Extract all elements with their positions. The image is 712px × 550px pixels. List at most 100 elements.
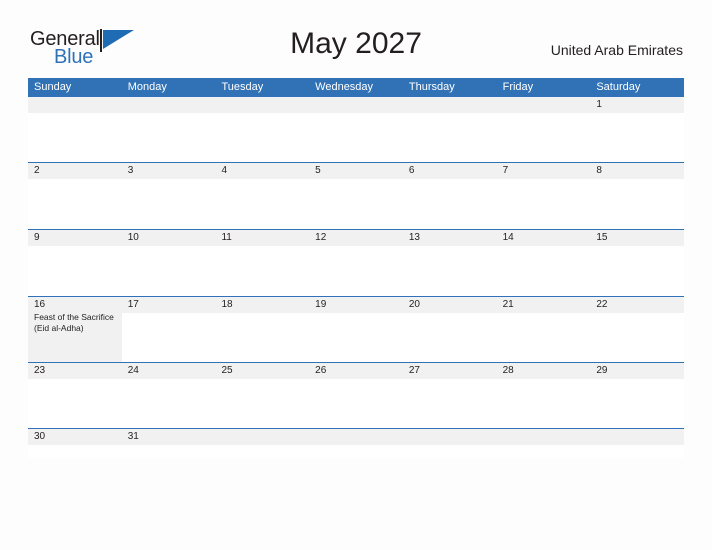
day-number-band bbox=[215, 163, 310, 179]
calendar-day-cell[interactable]: 19 bbox=[309, 297, 403, 362]
calendar-day-cell[interactable]: 1 bbox=[590, 97, 685, 162]
calendar-day-cell[interactable]: 5 bbox=[309, 163, 403, 229]
day-number: 26 bbox=[315, 365, 327, 376]
day-number: 23 bbox=[34, 365, 46, 376]
calendar-week-row: 9 10 11 12 13 14 15 bbox=[28, 229, 685, 296]
calendar-day-cell[interactable]: 24 bbox=[121, 363, 216, 428]
day-number: 18 bbox=[221, 299, 233, 310]
day-number: 21 bbox=[502, 299, 514, 310]
day-number: 20 bbox=[408, 299, 420, 310]
calendar-page: General Blue May 2027 United Arab Emirat… bbox=[0, 0, 712, 550]
day-number: 8 bbox=[596, 165, 602, 176]
calendar-grid: Sunday Monday Tuesday Wednesday Thursday… bbox=[28, 78, 685, 458]
day-number-band bbox=[309, 97, 403, 113]
calendar-day-cell[interactable] bbox=[402, 97, 497, 162]
day-number: 16 bbox=[34, 299, 46, 310]
day-number-band bbox=[496, 429, 591, 445]
day-number: 12 bbox=[315, 232, 327, 243]
day-number: 1 bbox=[596, 99, 602, 110]
day-number: 2 bbox=[34, 165, 40, 176]
calendar-day-cell-holiday[interactable]: 16 Feast of the Sacrifice (Eid al-Adha) bbox=[28, 297, 122, 362]
calendar-day-cell[interactable]: 28 bbox=[496, 363, 591, 428]
calendar-day-cell[interactable]: 2 bbox=[28, 163, 122, 229]
calendar-day-cell[interactable]: 21 bbox=[496, 297, 591, 362]
day-header-friday: Friday bbox=[502, 81, 534, 93]
calendar-day-cell[interactable] bbox=[496, 97, 591, 162]
calendar-day-cell[interactable]: 17 bbox=[121, 297, 216, 362]
calendar-day-cell[interactable]: 20 bbox=[402, 297, 497, 362]
calendar-day-cell[interactable]: 23 bbox=[28, 363, 122, 428]
calendar-day-cell[interactable]: 26 bbox=[309, 363, 403, 428]
day-header-saturday: Saturday bbox=[596, 81, 641, 93]
calendar-day-cell[interactable]: 30 bbox=[28, 429, 122, 458]
day-number-band bbox=[28, 97, 122, 113]
calendar-day-cell[interactable] bbox=[590, 429, 685, 458]
calendar-week-row: 1 bbox=[28, 96, 685, 162]
calendar-day-cell[interactable]: 11 bbox=[215, 230, 310, 296]
calendar-day-cell[interactable] bbox=[309, 429, 403, 458]
calendar-week-row: 30 31 bbox=[28, 428, 685, 458]
calendar-week-row: 2 3 4 5 6 7 8 bbox=[28, 162, 685, 229]
calendar-day-cell[interactable] bbox=[309, 97, 403, 162]
calendar-day-cell[interactable]: 22 bbox=[590, 297, 685, 362]
day-number-band bbox=[309, 429, 403, 445]
day-number: 15 bbox=[596, 232, 608, 243]
day-header-wednesday: Wednesday bbox=[315, 81, 374, 93]
calendar-day-cell[interactable]: 9 bbox=[28, 230, 122, 296]
day-number-band bbox=[590, 429, 685, 445]
calendar-day-cell[interactable]: 15 bbox=[590, 230, 685, 296]
day-number-band bbox=[590, 97, 685, 113]
day-number-band bbox=[309, 163, 403, 179]
day-number: 13 bbox=[408, 232, 420, 243]
day-header-tuesday: Tuesday bbox=[221, 81, 264, 93]
page-header: General Blue May 2027 United Arab Emirat… bbox=[0, 0, 712, 76]
day-number: 6 bbox=[408, 165, 415, 176]
day-number: 9 bbox=[34, 232, 40, 243]
day-number-band bbox=[121, 163, 216, 179]
day-number-band bbox=[402, 163, 497, 179]
day-header-sunday: Sunday bbox=[34, 81, 72, 93]
calendar-day-cell[interactable]: 3 bbox=[121, 163, 216, 229]
calendar-day-cell[interactable]: 14 bbox=[496, 230, 591, 296]
calendar-day-cell[interactable] bbox=[215, 429, 310, 458]
calendar-day-cell[interactable]: 7 bbox=[496, 163, 591, 229]
calendar-day-cell[interactable]: 12 bbox=[309, 230, 403, 296]
calendar-day-cell[interactable]: 13 bbox=[402, 230, 497, 296]
calendar-day-cell[interactable] bbox=[215, 97, 310, 162]
day-number: 14 bbox=[502, 232, 514, 243]
day-number: 30 bbox=[34, 431, 46, 442]
day-number: 28 bbox=[502, 365, 514, 376]
day-number: 17 bbox=[127, 299, 139, 310]
day-number: 3 bbox=[127, 165, 134, 176]
calendar-day-cell[interactable]: 18 bbox=[215, 297, 310, 362]
country-label: United Arab Emirates bbox=[550, 42, 683, 58]
day-header-thursday: Thursday bbox=[408, 81, 455, 93]
day-number: 29 bbox=[596, 365, 608, 376]
calendar-day-cell[interactable]: 6 bbox=[402, 163, 497, 229]
day-number-band bbox=[215, 97, 310, 113]
calendar-day-cell[interactable]: 31 bbox=[121, 429, 216, 458]
day-number: 7 bbox=[502, 165, 509, 176]
calendar-day-cell[interactable] bbox=[121, 97, 216, 162]
day-number-band bbox=[402, 429, 497, 445]
day-number: 5 bbox=[315, 165, 321, 176]
calendar-day-cell[interactable]: 25 bbox=[215, 363, 310, 428]
calendar-day-cell[interactable]: 8 bbox=[590, 163, 685, 229]
calendar-week-row: 16 Feast of the Sacrifice (Eid al-Adha) 1… bbox=[28, 296, 685, 362]
calendar-day-cell[interactable]: 10 bbox=[121, 230, 216, 296]
calendar-day-cell[interactable]: 4 bbox=[215, 163, 310, 229]
day-number: 25 bbox=[221, 365, 233, 376]
calendar-day-cell[interactable] bbox=[496, 429, 591, 458]
calendar-day-cell[interactable] bbox=[28, 97, 122, 162]
calendar-day-cell[interactable]: 27 bbox=[402, 363, 497, 428]
day-number: 22 bbox=[596, 299, 608, 310]
day-header-monday: Monday bbox=[127, 81, 167, 93]
day-number: 11 bbox=[221, 232, 232, 243]
day-number: 31 bbox=[127, 431, 139, 442]
day-number-band bbox=[402, 97, 497, 113]
calendar-week-row: 23 24 25 26 27 28 29 bbox=[28, 362, 685, 428]
day-number-band bbox=[28, 163, 122, 179]
calendar-day-cell[interactable]: 29 bbox=[590, 363, 685, 428]
day-of-week-header-row: Sunday Monday Tuesday Wednesday Thursday… bbox=[28, 78, 684, 96]
calendar-day-cell[interactable] bbox=[402, 429, 497, 458]
